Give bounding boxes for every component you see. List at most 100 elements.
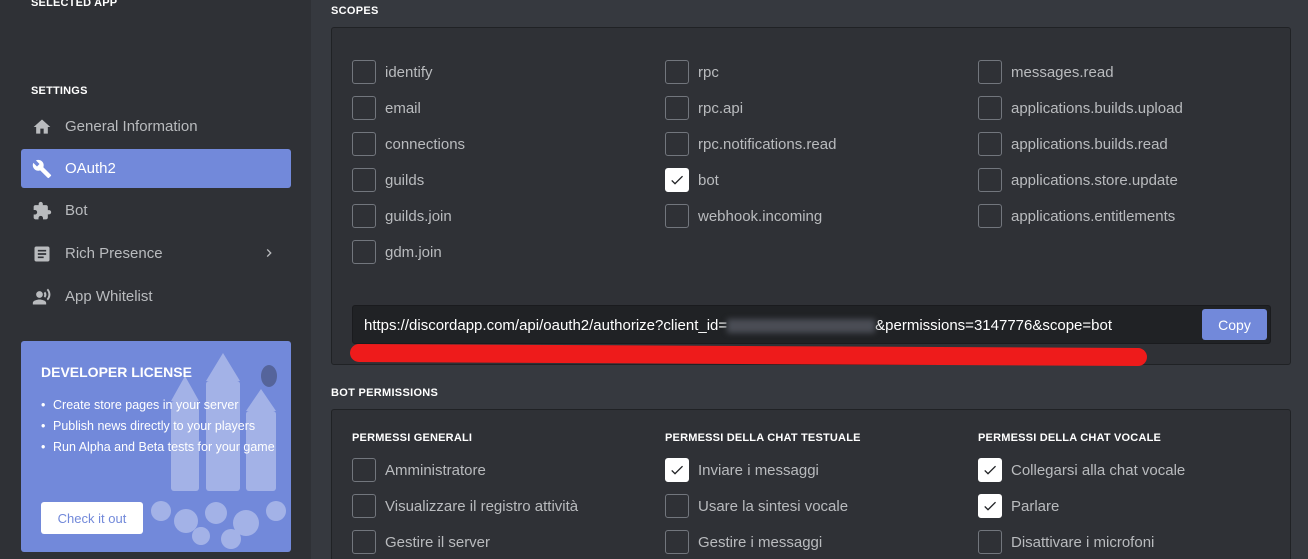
checkbox[interactable]: [352, 458, 376, 482]
checkmark-icon: [671, 175, 683, 185]
scope-email[interactable]: email: [352, 96, 421, 120]
license-bullet: Publish news directly to your players: [41, 416, 281, 437]
scope-guilds-join[interactable]: guilds.join: [352, 204, 452, 228]
settings-heading: SETTINGS: [31, 85, 88, 97]
scope-rpc-api[interactable]: rpc.api: [665, 96, 743, 120]
checkbox[interactable]: [665, 530, 689, 554]
checkbox[interactable]: [352, 530, 376, 554]
checkbox[interactable]: [665, 60, 689, 84]
scope-applications-store-update[interactable]: applications.store.update: [978, 168, 1178, 192]
scope-gdm-join[interactable]: gdm.join: [352, 240, 442, 264]
chevron-right-icon: [261, 244, 277, 262]
checkbox-checked[interactable]: [665, 458, 689, 482]
perm-speak[interactable]: Parlare: [978, 494, 1059, 518]
scope-webhook-incoming[interactable]: webhook.incoming: [665, 204, 822, 228]
perm-label: Gestire i messaggi: [698, 533, 823, 551]
scope-label: identify: [385, 63, 433, 81]
scope-label: connections: [385, 135, 466, 153]
checkbox[interactable]: [352, 132, 376, 156]
perm-label: Collegarsi alla chat vocale: [1011, 461, 1186, 479]
checkbox[interactable]: [978, 530, 1002, 554]
license-bullet: Create store pages in your server: [41, 395, 281, 416]
checkbox[interactable]: [978, 168, 1002, 192]
checkbox[interactable]: [352, 204, 376, 228]
red-underline-annotation: [349, 343, 1148, 367]
redacted-client-id: [727, 319, 876, 334]
checkbox-checked[interactable]: [665, 168, 689, 192]
perm-mute-members[interactable]: Disattivare i microfoni: [978, 530, 1154, 554]
person-phone-icon: [31, 286, 53, 308]
perm-manage-server[interactable]: Gestire il server: [352, 530, 490, 554]
sidebar-item-label: General Information: [65, 118, 198, 135]
scope-applications-builds-read[interactable]: applications.builds.read: [978, 132, 1168, 156]
scope-applications-builds-upload[interactable]: applications.builds.upload: [978, 96, 1183, 120]
perm-connect-voice[interactable]: Collegarsi alla chat vocale: [978, 458, 1185, 482]
home-icon: [31, 116, 53, 138]
scope-identify[interactable]: identify: [352, 60, 433, 84]
perm-label: Visualizzare il registro attività: [385, 497, 579, 515]
checkbox[interactable]: [665, 132, 689, 156]
scope-messages-read[interactable]: messages.read: [978, 60, 1114, 84]
checkbox[interactable]: [665, 96, 689, 120]
checkbox[interactable]: [352, 96, 376, 120]
perm-label: Parlare: [1011, 497, 1060, 515]
perm-send-tts[interactable]: Usare la sintesi vocale: [665, 494, 848, 518]
scope-applications-entitlements[interactable]: applications.entitlements: [978, 204, 1175, 228]
sidebar-item-bot[interactable]: Bot: [21, 191, 291, 230]
checkbox[interactable]: [352, 494, 376, 518]
checkbox[interactable]: [352, 60, 376, 84]
sidebar-item-rich-presence[interactable]: Rich Presence: [21, 234, 291, 273]
perm-group-title: PERMESSI GENERALI: [352, 432, 473, 444]
scope-label: gdm.join: [385, 243, 442, 261]
perm-send-messages[interactable]: Inviare i messaggi: [665, 458, 819, 482]
scope-label: messages.read: [1011, 63, 1114, 81]
checkbox[interactable]: [978, 132, 1002, 156]
scope-label: rpc.notifications.read: [698, 135, 837, 153]
scope-rpc[interactable]: rpc: [665, 60, 719, 84]
checkbox[interactable]: [978, 204, 1002, 228]
check-it-out-button[interactable]: Check it out: [41, 502, 143, 534]
perm-manage-messages[interactable]: Gestire i messaggi: [665, 530, 822, 554]
perm-label: Amministratore: [385, 461, 486, 479]
checkbox-checked[interactable]: [978, 458, 1002, 482]
checkmark-icon: [671, 465, 683, 475]
checkbox[interactable]: [978, 60, 1002, 84]
copy-button[interactable]: Copy: [1202, 309, 1267, 340]
url-prefix: https://discordapp.com/api/oauth2/author…: [364, 317, 728, 334]
sidebar-item-label: OAuth2: [65, 160, 116, 177]
oauth-url-field[interactable]: https://discordapp.com/api/oauth2/author…: [352, 305, 1271, 344]
perm-administrator[interactable]: Amministratore: [352, 458, 486, 482]
oauth-url-text: https://discordapp.com/api/oauth2/author…: [364, 317, 1112, 334]
sidebar-item-label: Rich Presence: [65, 245, 163, 262]
checkbox[interactable]: [352, 240, 376, 264]
perm-view-audit-log[interactable]: Visualizzare il registro attività: [352, 494, 578, 518]
sidebar-item-label: App Whitelist: [65, 288, 153, 305]
checkmark-icon: [984, 465, 996, 475]
scope-guilds[interactable]: guilds: [352, 168, 424, 192]
scope-rpc-notifications-read[interactable]: rpc.notifications.read: [665, 132, 836, 156]
checkbox-checked[interactable]: [978, 494, 1002, 518]
selected-app-heading: SELECTED APP: [31, 0, 118, 9]
scope-bot[interactable]: bot: [665, 168, 719, 192]
scope-label: applications.builds.read: [1011, 135, 1168, 153]
perm-label: Gestire il server: [385, 533, 491, 551]
checkbox[interactable]: [978, 96, 1002, 120]
sidebar-item-app-whitelist[interactable]: App Whitelist: [21, 277, 291, 316]
scope-label: applications.entitlements: [1011, 207, 1176, 225]
sidebar-item-oauth2[interactable]: OAuth2: [21, 149, 291, 188]
developer-license-card: DEVELOPER LICENSE Create store pages in …: [21, 341, 291, 552]
scope-label: guilds: [385, 171, 425, 189]
checkbox[interactable]: [665, 204, 689, 228]
license-bullets: Create store pages in your server Publis…: [41, 395, 281, 458]
checkbox[interactable]: [665, 494, 689, 518]
perm-label: Disattivare i microfoni: [1011, 533, 1155, 551]
scope-label: bot: [698, 171, 719, 189]
scope-connections[interactable]: connections: [352, 132, 465, 156]
scope-label: email: [385, 99, 421, 117]
perm-label: Usare la sintesi vocale: [698, 497, 849, 515]
sidebar-item-general-information[interactable]: General Information: [21, 107, 291, 146]
license-title: DEVELOPER LICENSE: [41, 364, 192, 380]
bot-permissions-heading: BOT PERMISSIONS: [331, 387, 439, 399]
license-bullet: Run Alpha and Beta tests for your game: [41, 437, 281, 458]
checkbox[interactable]: [352, 168, 376, 192]
